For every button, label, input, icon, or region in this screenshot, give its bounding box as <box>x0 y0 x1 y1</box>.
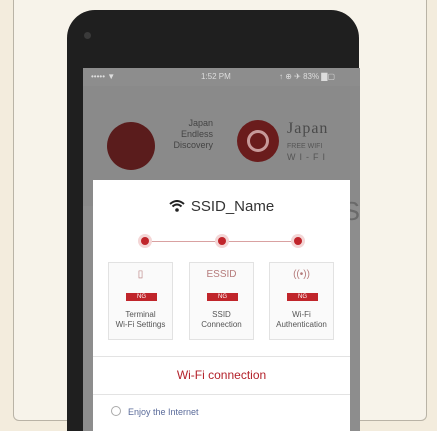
logo-a-line: Discovery <box>173 140 213 150</box>
wifi-icon <box>169 200 185 212</box>
camera-icon <box>84 32 91 39</box>
status-badge: NG <box>207 293 238 301</box>
wifi-connection-modal: SSID_Name ▯ NG Terminal Wi-Fi Settings E… <box>93 180 350 431</box>
step-label-line: SSID <box>212 310 231 319</box>
wifi-signal-icon: ((•)) <box>293 269 310 280</box>
step-dot <box>218 237 226 245</box>
japan-endless-discovery-logo-icon <box>107 122 155 170</box>
logo-a-text: Japan Endless Discovery <box>153 118 213 151</box>
step-label-line: Terminal <box>125 310 156 319</box>
step-label-line: Authentication <box>276 320 327 329</box>
phone-screen: ••••• ▼ 1:52 PM ↑ ⊕ ✈ 83% ▇▢ Japan Endle… <box>83 68 360 431</box>
logo-a-line: Japan <box>188 118 213 128</box>
step-label-line: Wi-Fi <box>292 310 311 319</box>
status-badge: NG <box>126 293 157 301</box>
step-card-terminal: ▯ NG Terminal Wi-Fi Settings <box>108 262 173 340</box>
step-card-ssid: ESSID NG SSID Connection <box>189 262 254 340</box>
logo-b-wifi: WI-FI <box>287 152 329 162</box>
step-dot <box>294 237 302 245</box>
clock: 1:52 PM <box>201 72 231 81</box>
ssid-title: SSID_Name <box>93 198 350 215</box>
essid-icon: ESSID <box>206 269 237 280</box>
carrier-signal: ••••• ▼ <box>91 72 116 81</box>
logo-b-title: Japan <box>287 120 329 137</box>
enjoy-internet-link[interactable]: Enjoy the Internet <box>111 406 199 417</box>
status-icons: ↑ ⊕ ✈ 83% ▇▢ <box>279 72 336 81</box>
status-bar: ••••• ▼ 1:52 PM ↑ ⊕ ✈ 83% ▇▢ <box>83 68 360 86</box>
phone-icon: ▯ <box>137 269 144 280</box>
step-label-line: Connection <box>201 320 242 329</box>
step-label: Terminal Wi-Fi Settings <box>109 310 172 330</box>
step-label: SSID Connection <box>190 310 253 330</box>
divider <box>93 394 350 395</box>
enjoy-label: Enjoy the Internet <box>128 407 199 417</box>
wifi-connection-button[interactable]: Wi-Fi connection <box>93 368 350 382</box>
logo-a-line: Endless <box>180 129 213 139</box>
logo-b-subtitle: FREE WIFI <box>287 143 323 150</box>
divider <box>93 356 350 357</box>
japan-wifi-logo-icon <box>237 120 279 162</box>
step-label-line: Wi-Fi Settings <box>115 320 166 329</box>
status-badge: NG <box>287 293 318 301</box>
globe-icon <box>111 406 121 416</box>
step-label: Wi-Fi Authentication <box>270 310 333 330</box>
step-dot <box>141 237 149 245</box>
ssid-name: SSID_Name <box>190 198 275 215</box>
step-card-auth: ((•)) NG Wi-Fi Authentication <box>269 262 334 340</box>
